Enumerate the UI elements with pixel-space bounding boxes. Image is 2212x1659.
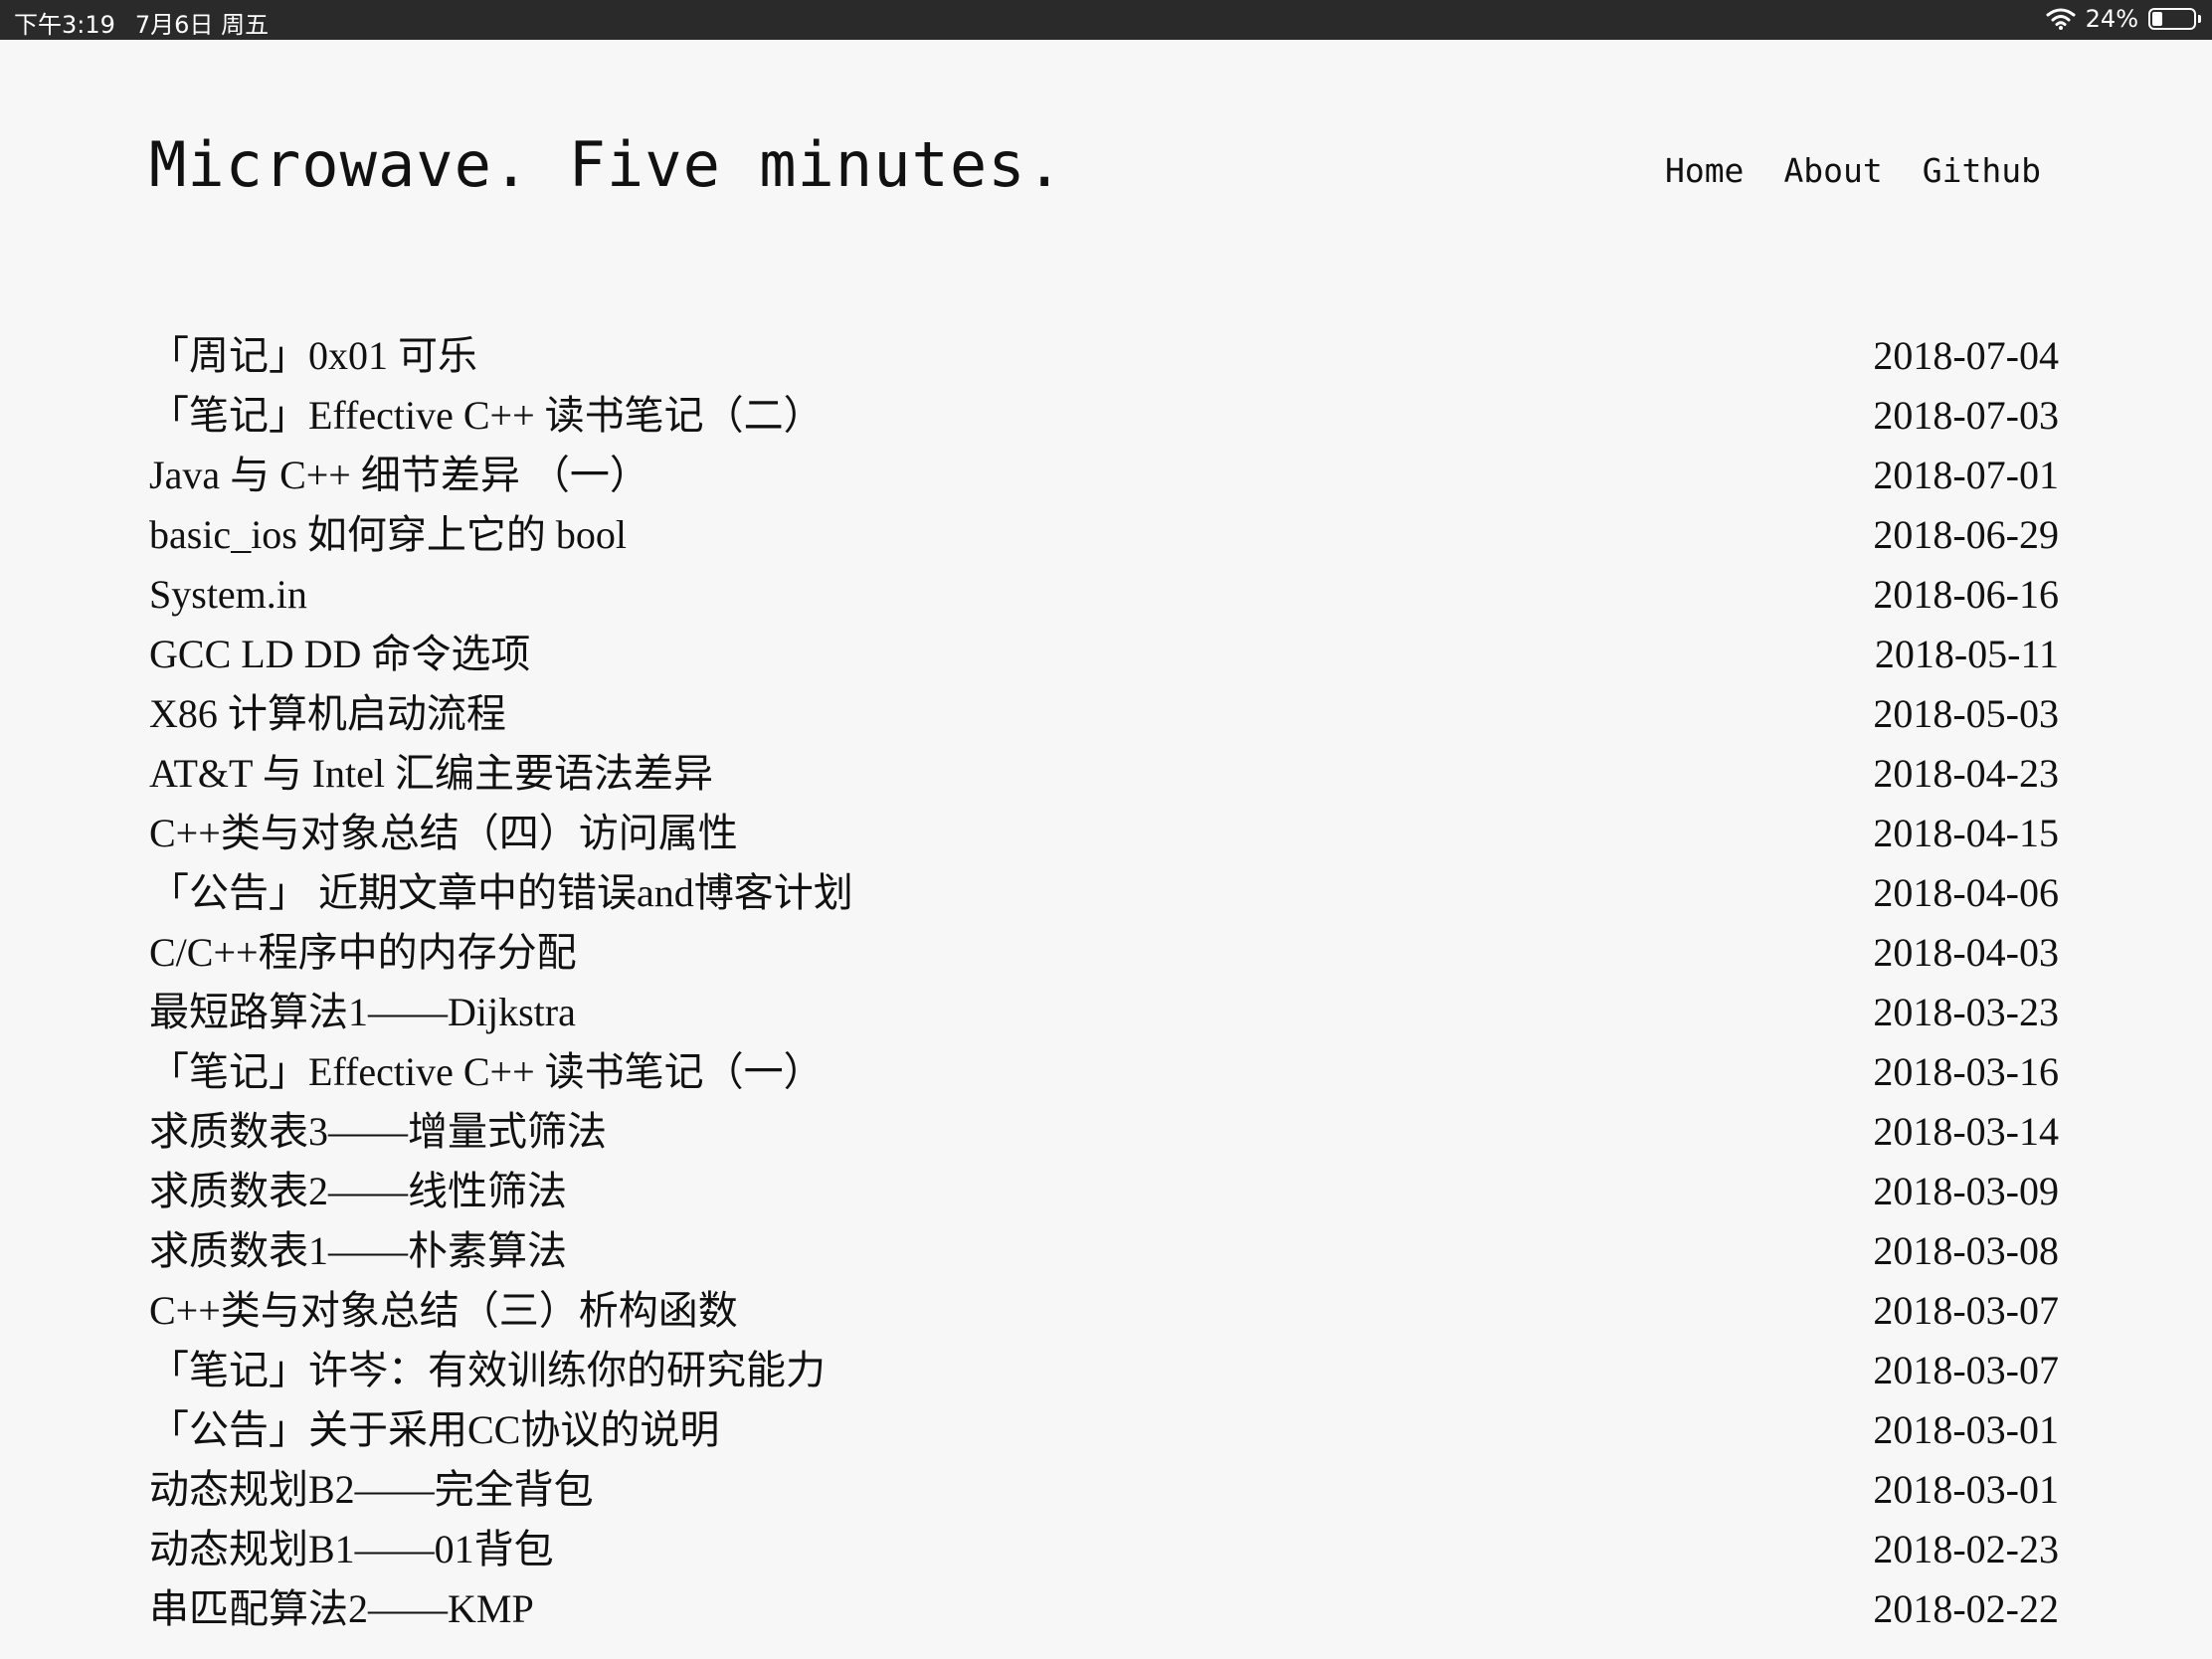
post-title-link[interactable]: 「笔记」Effective C++ 读书笔记（二） xyxy=(149,386,824,446)
post-title-link[interactable]: 动态规划B1——01背包 xyxy=(149,1520,554,1579)
post-date: 2018-03-14 xyxy=(1873,1109,2059,1154)
post-list: 「周记」0x01 可乐 2018-07-04 「笔记」Effective C++ … xyxy=(149,326,2059,1639)
post-title-link[interactable]: 「笔记」Effective C++ 读书笔记（一） xyxy=(149,1042,824,1102)
post-title-link[interactable]: GCC LD DD 命令选项 xyxy=(149,625,530,684)
post-title-link[interactable]: 「公告」关于采用CC协议的说明 xyxy=(149,1400,719,1460)
status-bar-right: 24% xyxy=(2046,5,2201,33)
post-item: X86 计算机启动流程 2018-05-03 xyxy=(149,684,2059,744)
post-item: 「笔记」Effective C++ 读书笔记（一） 2018-03-16 xyxy=(149,1042,2059,1102)
post-title-link[interactable]: C++类与对象总结（四）访问属性 xyxy=(149,804,738,863)
post-title-link[interactable]: C/C++程序中的内存分配 xyxy=(149,923,577,983)
post-item: 求质数表1——朴素算法 2018-03-08 xyxy=(149,1221,2059,1281)
post-date: 2018-04-23 xyxy=(1873,751,2059,796)
nav-about-link[interactable]: About xyxy=(1783,149,1882,193)
post-date: 2018-05-03 xyxy=(1873,691,2059,736)
post-title-link[interactable]: 动态规划B2——完全背包 xyxy=(149,1460,594,1520)
post-item: 「公告」关于采用CC协议的说明 2018-03-01 xyxy=(149,1400,2059,1460)
post-title-link[interactable]: Java 与 C++ 细节差异 （一） xyxy=(149,446,649,505)
post-date: 2018-07-04 xyxy=(1873,333,2059,378)
status-date: 7月6日 周五 xyxy=(134,11,270,39)
post-date: 2018-04-03 xyxy=(1873,930,2059,975)
post-title-link[interactable]: System.in xyxy=(149,565,307,625)
post-item: 求质数表2——线性筛法 2018-03-09 xyxy=(149,1162,2059,1221)
battery-percent: 24% xyxy=(2085,5,2138,33)
post-item: 求质数表3——增量式筛法 2018-03-14 xyxy=(149,1102,2059,1162)
post-item: Java 与 C++ 细节差异 （一） 2018-07-01 xyxy=(149,446,2059,505)
post-date: 2018-06-29 xyxy=(1873,512,2059,557)
post-item: GCC LD DD 命令选项 2018-05-11 xyxy=(149,625,2059,684)
post-date: 2018-04-15 xyxy=(1873,811,2059,855)
post-item: C++类与对象总结（三）析构函数 2018-03-07 xyxy=(149,1281,2059,1341)
battery-icon xyxy=(2148,8,2201,30)
post-item: System.in 2018-06-16 xyxy=(149,565,2059,625)
post-title-link[interactable]: basic_ios 如何穿上它的 bool xyxy=(149,505,627,565)
post-item: 「公告」 近期文章中的错误and博客计划 2018-04-06 xyxy=(149,863,2059,923)
post-item: 「笔记」Effective C++ 读书笔记（二） 2018-07-03 xyxy=(149,386,2059,446)
site-title[interactable]: Microwave. Five minutes. xyxy=(149,125,1064,205)
post-title-link[interactable]: X86 计算机启动流程 xyxy=(149,684,506,744)
post-title-link[interactable]: C++类与对象总结（三）析构函数 xyxy=(149,1281,738,1341)
post-item: basic_ios 如何穿上它的 bool 2018-06-29 xyxy=(149,505,2059,565)
status-bar: 下午3:19 7月6日 周五 24% xyxy=(0,0,2212,40)
post-item: C++类与对象总结（四）访问属性 2018-04-15 xyxy=(149,804,2059,863)
post-date: 2018-03-07 xyxy=(1873,1288,2059,1333)
post-item: 动态规划B1——01背包 2018-02-23 xyxy=(149,1520,2059,1579)
post-date: 2018-03-23 xyxy=(1873,990,2059,1034)
post-title-link[interactable]: 求质数表1——朴素算法 xyxy=(149,1221,567,1281)
post-date: 2018-03-16 xyxy=(1873,1049,2059,1094)
post-date: 2018-07-03 xyxy=(1873,393,2059,438)
post-title-link[interactable]: 「周记」0x01 可乐 xyxy=(149,326,477,386)
post-item: 最短路算法1——Dijkstra 2018-03-23 xyxy=(149,983,2059,1042)
post-date: 2018-02-22 xyxy=(1873,1586,2059,1631)
post-date: 2018-03-01 xyxy=(1873,1407,2059,1452)
post-date: 2018-03-08 xyxy=(1873,1228,2059,1273)
battery-level-fill xyxy=(2152,12,2162,26)
post-title-link[interactable]: 求质数表2——线性筛法 xyxy=(149,1162,567,1221)
nav-github-link[interactable]: Github xyxy=(1923,149,2041,193)
post-date: 2018-03-07 xyxy=(1873,1348,2059,1392)
post-title-link[interactable]: AT&T 与 Intel 汇编主要语法差异 xyxy=(149,744,713,804)
wifi-icon xyxy=(2046,8,2076,30)
post-date: 2018-03-09 xyxy=(1873,1169,2059,1213)
post-title-link[interactable]: 最短路算法1——Dijkstra xyxy=(149,983,576,1042)
post-title-link[interactable]: 串匹配算法2——KMP xyxy=(149,1579,534,1639)
post-date: 2018-02-23 xyxy=(1873,1527,2059,1571)
post-item: 串匹配算法2——KMP 2018-02-22 xyxy=(149,1579,2059,1639)
main-nav: Home About Github xyxy=(1665,149,2041,193)
post-title-link[interactable]: 求质数表3——增量式筛法 xyxy=(149,1102,607,1162)
post-date: 2018-04-06 xyxy=(1873,870,2059,915)
post-item: 「笔记」许岑：有效训练你的研究能力 2018-03-07 xyxy=(149,1341,2059,1400)
post-date: 2018-07-01 xyxy=(1873,453,2059,497)
post-date: 2018-03-01 xyxy=(1873,1467,2059,1512)
post-item: 「周记」0x01 可乐 2018-07-04 xyxy=(149,326,2059,386)
status-time: 下午3:19 xyxy=(14,11,115,39)
post-item: C/C++程序中的内存分配 2018-04-03 xyxy=(149,923,2059,983)
post-item: 动态规划B2——完全背包 2018-03-01 xyxy=(149,1460,2059,1520)
post-title-link[interactable]: 「公告」 近期文章中的错误and博客计划 xyxy=(149,863,853,923)
post-title-link[interactable]: 「笔记」许岑：有效训练你的研究能力 xyxy=(149,1341,826,1400)
post-date: 2018-05-11 xyxy=(1874,632,2059,676)
post-date: 2018-06-16 xyxy=(1873,572,2059,617)
post-item: AT&T 与 Intel 汇编主要语法差异 2018-04-23 xyxy=(149,744,2059,804)
status-bar-left: 下午3:19 7月6日 周五 xyxy=(14,5,269,40)
nav-home-link[interactable]: Home xyxy=(1665,149,1744,193)
